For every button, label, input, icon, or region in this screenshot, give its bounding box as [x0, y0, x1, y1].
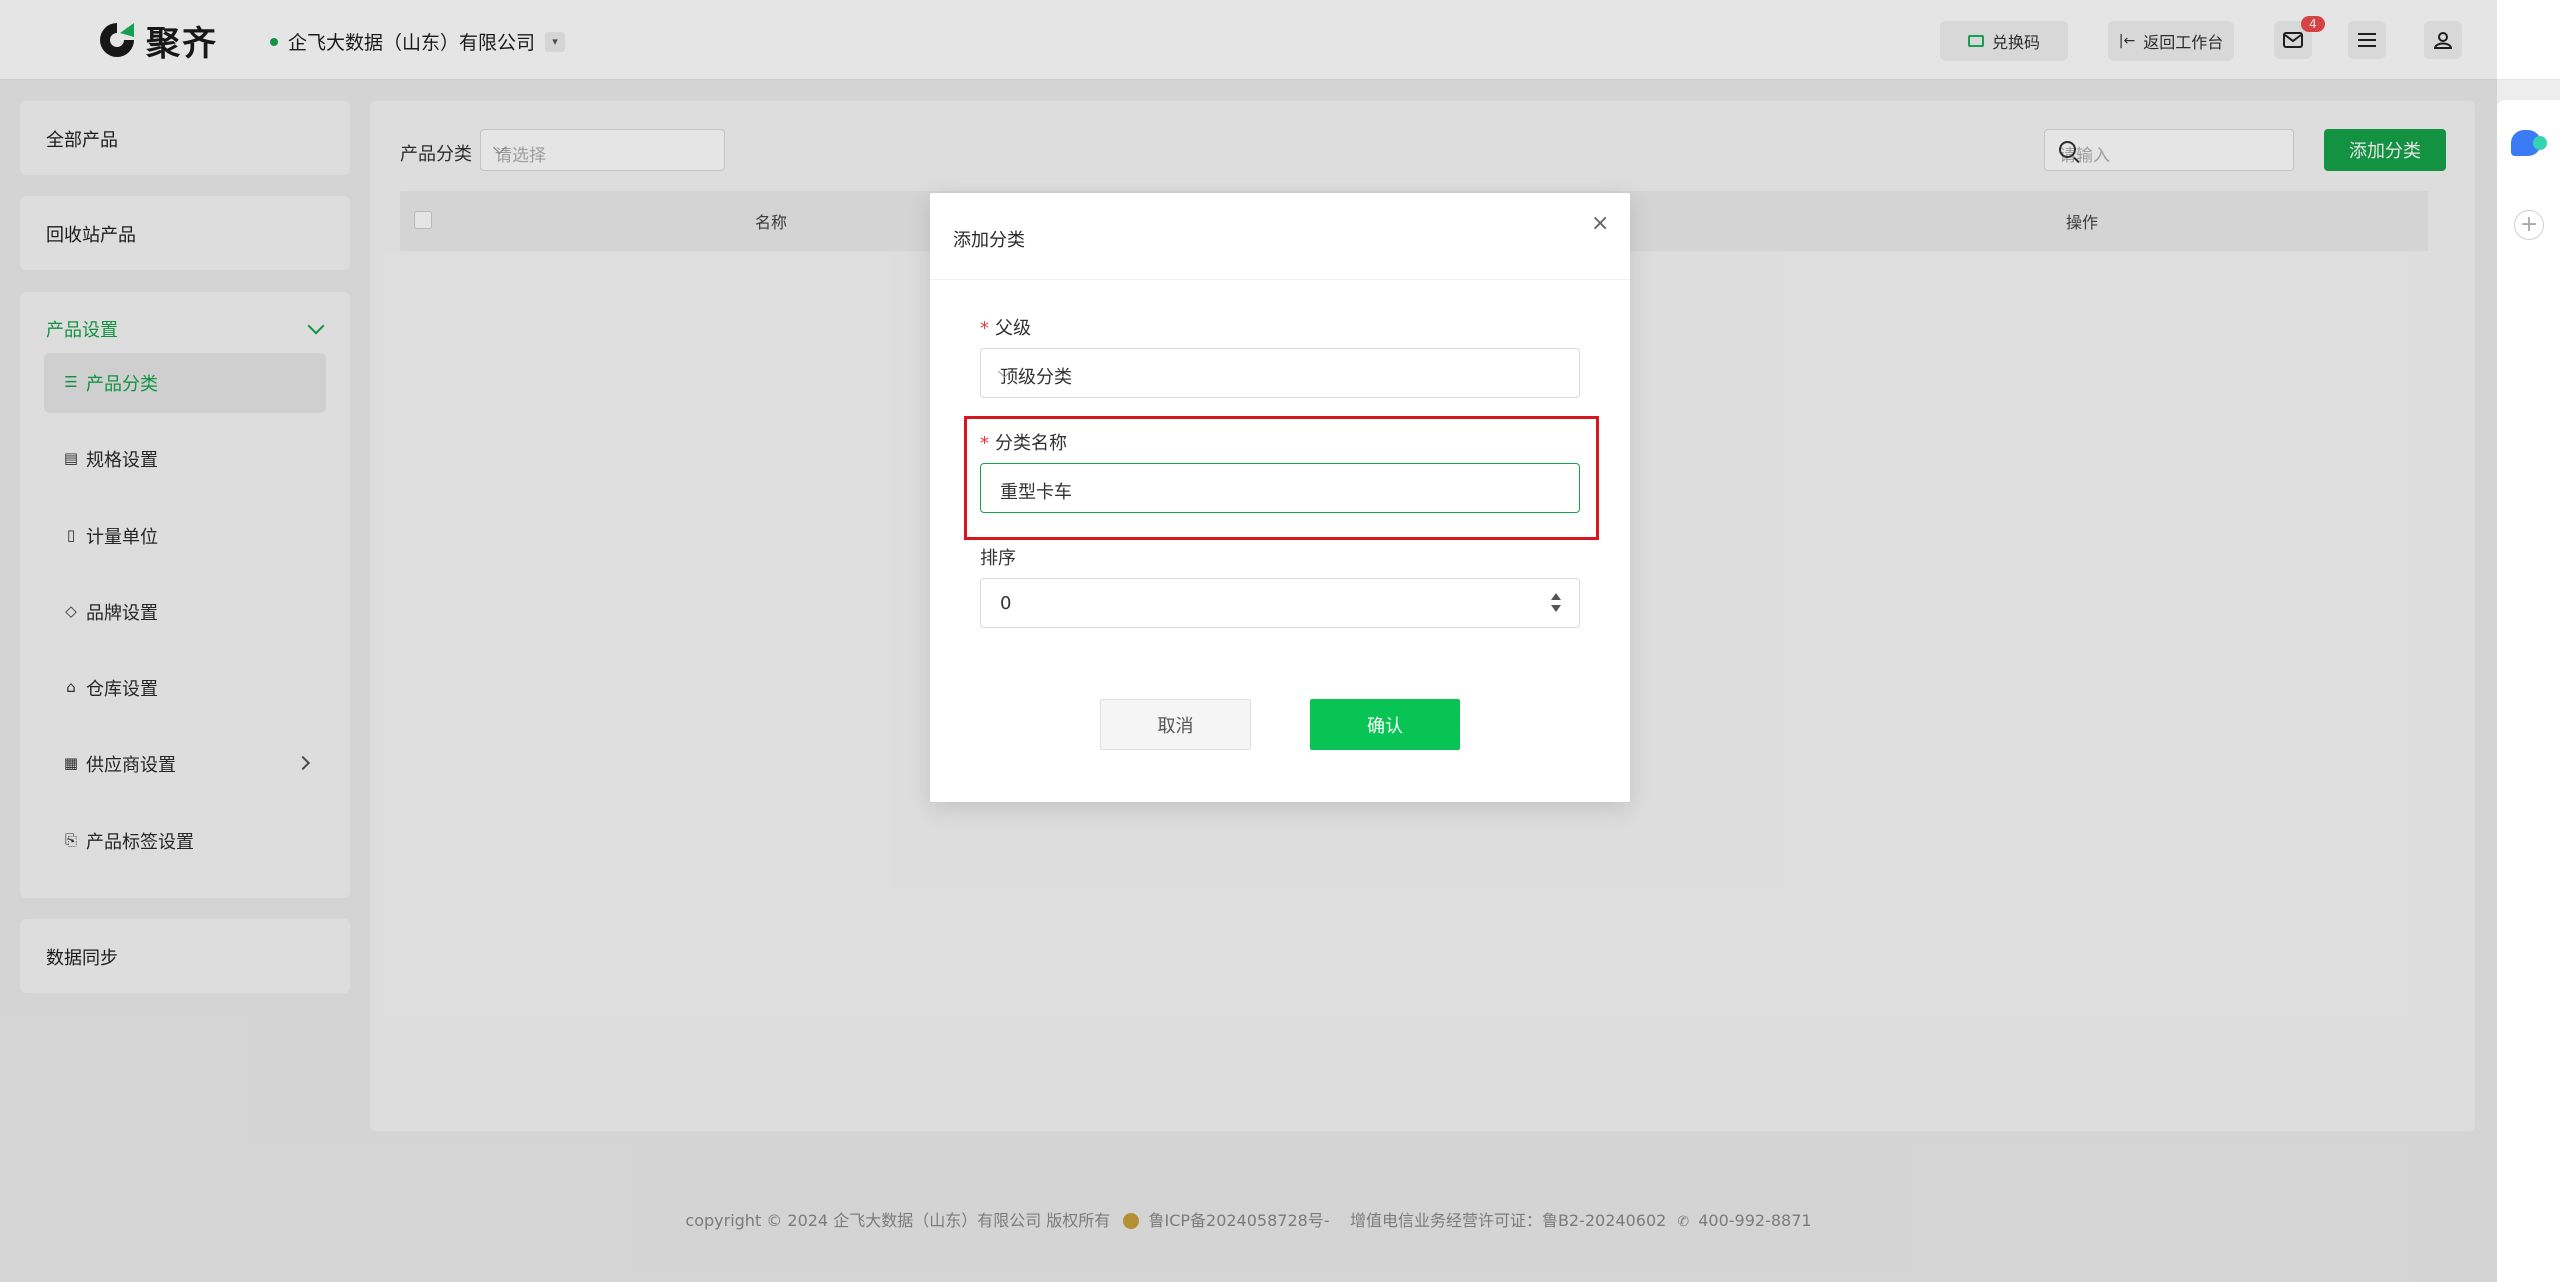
parent-select[interactable]: 顶级分类 — [980, 348, 1580, 398]
parent-select-value: 顶级分类 — [1000, 367, 1072, 388]
close-icon[interactable]: × — [1591, 213, 1609, 235]
sort-field-label: 排序 — [980, 548, 1016, 569]
required-marker: * — [980, 318, 989, 339]
category-name-label-text: 分类名称 — [995, 433, 1067, 454]
page: 聚齐 企飞大数据（山东）有限公司 ▾ 兑换码 |← 返回工作台 4 全部产品 回… — [0, 0, 2560, 1282]
dialog-title: 添加分类 — [953, 230, 1025, 251]
parent-label-text: 父级 — [995, 318, 1031, 339]
sort-value: 0 — [1000, 593, 1012, 614]
decrement-icon[interactable] — [1551, 605, 1561, 612]
add-icon[interactable]: + — [2514, 210, 2544, 240]
number-stepper[interactable] — [1551, 593, 1561, 615]
increment-icon[interactable] — [1551, 593, 1561, 600]
parent-field-label: * 父级 — [980, 314, 1031, 340]
sort-number-input[interactable]: 0 — [980, 578, 1580, 628]
chat-assistant-icon[interactable] — [2511, 130, 2547, 156]
required-marker: * — [980, 433, 989, 454]
category-name-field-label: * 分类名称 — [980, 429, 1067, 455]
right-rail: + — [2497, 100, 2560, 1282]
cancel-button[interactable]: 取消 — [1100, 699, 1251, 750]
category-name-input[interactable]: 重型卡车 — [980, 463, 1580, 513]
confirm-button[interactable]: 确认 — [1310, 699, 1460, 750]
category-name-value: 重型卡车 — [1000, 482, 1072, 503]
divider — [930, 279, 1630, 280]
add-category-dialog: 添加分类 × * 父级 顶级分类 * 分类名称 重型卡车 排序 0 取消 确认 — [930, 193, 1630, 802]
